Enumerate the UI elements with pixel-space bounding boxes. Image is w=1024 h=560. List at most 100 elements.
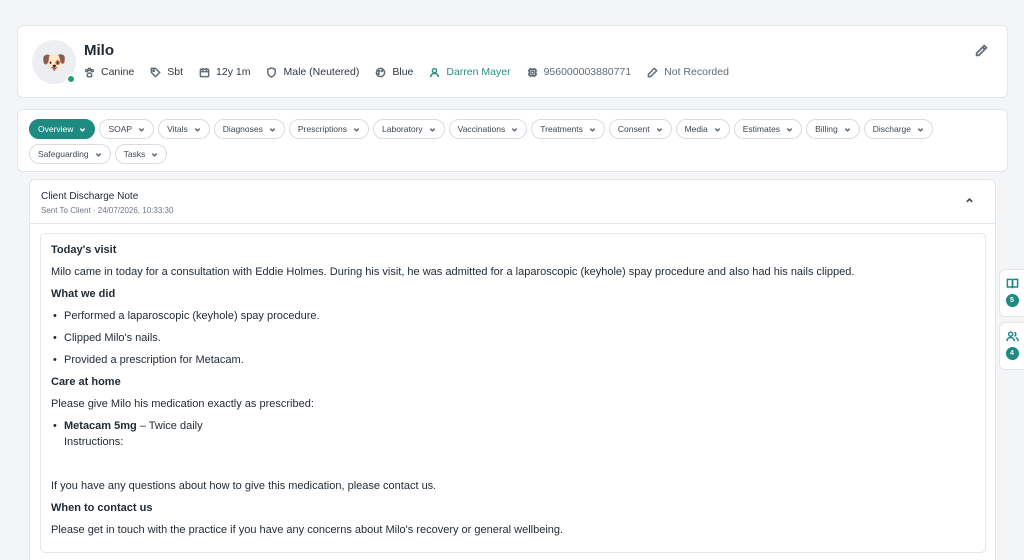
tab-treatments[interactable]: Treatments bbox=[531, 119, 605, 139]
list-item: Clipped Milo's nails. bbox=[51, 332, 975, 344]
chevron-down-icon bbox=[656, 126, 663, 133]
chevron-down-icon bbox=[511, 126, 518, 133]
chevron-down-icon bbox=[95, 151, 102, 158]
chevron-down-icon bbox=[786, 126, 793, 133]
note-sent-status: Sent To Client · 24/07/2026, 10:33:30 bbox=[41, 206, 174, 215]
chevron-down-icon bbox=[151, 151, 158, 158]
medication-instructions: Instructions: bbox=[64, 436, 124, 448]
tab-label: Vaccinations bbox=[457, 124, 506, 134]
tab-laboratory[interactable]: Laboratory bbox=[373, 119, 445, 139]
tab-vitals[interactable]: Vitals bbox=[158, 119, 210, 139]
chevron-down-icon bbox=[353, 126, 360, 133]
tab-label: Estimates bbox=[742, 124, 781, 134]
status-indicator bbox=[66, 74, 76, 84]
tab-label: Diagnoses bbox=[222, 124, 263, 134]
tab-label: Prescriptions bbox=[297, 124, 348, 134]
record-tabs-card: Overview SOAP Vitals Diagnoses Prescriptions… bbox=[17, 109, 1008, 172]
did-list: Performed a laparoscopic (keyhole) spay … bbox=[51, 310, 975, 366]
calendar-icon bbox=[199, 67, 210, 77]
paw-icon bbox=[84, 66, 95, 78]
care-heading: Care at home bbox=[51, 376, 121, 388]
dog-avatar-icon: 🐶 bbox=[41, 51, 67, 74]
tab-vaccinations[interactable]: Vaccinations bbox=[448, 119, 528, 139]
medication-frequency: – Twice daily bbox=[136, 420, 203, 432]
tab-soap[interactable]: SOAP bbox=[99, 119, 155, 139]
chevron-down-icon bbox=[917, 126, 924, 133]
care-text: Please give Milo his medication exactly … bbox=[51, 398, 314, 410]
tab-overview[interactable]: Overview bbox=[29, 119, 96, 139]
chevron-down-icon bbox=[844, 126, 851, 133]
tab-label: Billing bbox=[815, 124, 838, 134]
medication-list: Metacam 5mg – Twice daily Instructions: bbox=[51, 420, 975, 448]
contact-text: Please get in touch with the practice if… bbox=[51, 524, 564, 536]
tab-label: Discharge bbox=[872, 124, 912, 134]
shield-icon bbox=[267, 66, 277, 78]
patient-header-card: 🐶 Milo Canine Sbt 12y 1m Male (Neutered)… bbox=[17, 25, 1008, 98]
discharge-note-card: Client Discharge Note Sent To Client · 2… bbox=[29, 179, 996, 560]
patient-name: Milo bbox=[84, 42, 114, 59]
list-item: Provided a prescription for Metacam. bbox=[51, 354, 975, 366]
tab-label: Treatments bbox=[540, 124, 583, 134]
record-tabs: Overview SOAP Vitals Diagnoses Prescriptions… bbox=[29, 119, 994, 169]
tab-estimates[interactable]: Estimates bbox=[733, 119, 803, 139]
user-icon bbox=[430, 67, 440, 77]
medication-name: Metacam 5mg bbox=[64, 420, 137, 432]
breed-item: Sbt bbox=[150, 66, 183, 78]
patient-meta-row: Canine Sbt 12y 1m Male (Neutered) Blue D… bbox=[84, 66, 745, 78]
tab-prescriptions[interactable]: Prescriptions bbox=[288, 119, 370, 139]
tab-label: Overview bbox=[38, 124, 74, 134]
tab-label: Consent bbox=[617, 124, 650, 134]
collapse-note-button[interactable] bbox=[965, 196, 975, 206]
age-item: 12y 1m bbox=[199, 66, 250, 78]
chevron-down-icon bbox=[714, 126, 721, 133]
tab-diagnoses[interactable]: Diagnoses bbox=[213, 119, 285, 139]
chevron-down-icon bbox=[79, 126, 86, 133]
edit-patient-button[interactable] bbox=[975, 44, 989, 58]
users-icon bbox=[1005, 331, 1019, 342]
insurance-item: Not Recorded bbox=[647, 66, 729, 78]
tab-safeguarding[interactable]: Safeguarding bbox=[29, 144, 111, 164]
color-item: Blue bbox=[375, 66, 413, 78]
microchip-item: 956000003880771 bbox=[527, 66, 631, 78]
tab-discharge[interactable]: Discharge bbox=[863, 119, 934, 139]
notes-count-badge: 5 bbox=[1005, 294, 1019, 307]
note-body: Today's visit Milo came in today for a c… bbox=[40, 233, 986, 553]
tab-consent[interactable]: Consent bbox=[608, 119, 672, 139]
sex-item: Male (Neutered) bbox=[266, 66, 359, 78]
did-heading: What we did bbox=[51, 288, 116, 300]
side-tab-contacts[interactable]: 4 bbox=[999, 322, 1024, 370]
chevron-down-icon bbox=[138, 126, 145, 133]
chevron-down-icon bbox=[429, 126, 436, 133]
palette-icon bbox=[376, 67, 386, 77]
owner-link[interactable]: Darren Mayer bbox=[429, 66, 511, 78]
tag-icon bbox=[150, 67, 161, 78]
chevron-down-icon bbox=[589, 126, 596, 133]
book-icon bbox=[1006, 278, 1018, 289]
tab-label: Tasks bbox=[123, 149, 146, 159]
chevron-up-icon bbox=[966, 198, 973, 203]
tab-tasks[interactable]: Tasks bbox=[114, 144, 168, 164]
note-header[interactable]: Client Discharge Note Sent To Client · 2… bbox=[30, 180, 995, 224]
tab-label: Vitals bbox=[167, 124, 188, 134]
tab-label: SOAP bbox=[108, 124, 133, 134]
tab-label: Media bbox=[684, 124, 708, 134]
visit-text: Milo came in today for a consultation wi… bbox=[51, 266, 855, 278]
pen-icon bbox=[647, 66, 658, 77]
tab-label: Safeguarding bbox=[38, 149, 89, 159]
medication-item: Metacam 5mg – Twice daily Instructions: bbox=[51, 420, 975, 448]
tab-media[interactable]: Media bbox=[675, 119, 730, 139]
pencil-icon bbox=[975, 44, 988, 57]
questions-text: If you have any questions about how to g… bbox=[51, 480, 437, 492]
note-title: Client Discharge Note bbox=[41, 191, 139, 202]
list-item: Performed a laparoscopic (keyhole) spay … bbox=[51, 310, 975, 322]
tab-label: Laboratory bbox=[382, 124, 423, 134]
contacts-count-badge: 4 bbox=[1005, 347, 1019, 360]
species-item: Canine bbox=[84, 66, 134, 78]
side-tab-notes[interactable]: 5 bbox=[999, 269, 1024, 317]
tab-billing[interactable]: Billing bbox=[806, 119, 860, 139]
contact-heading: When to contact us bbox=[51, 502, 153, 514]
chevron-down-icon bbox=[194, 126, 201, 133]
microchip-icon bbox=[527, 67, 537, 77]
chevron-down-icon bbox=[269, 126, 276, 133]
visit-heading: Today's visit bbox=[51, 244, 117, 256]
